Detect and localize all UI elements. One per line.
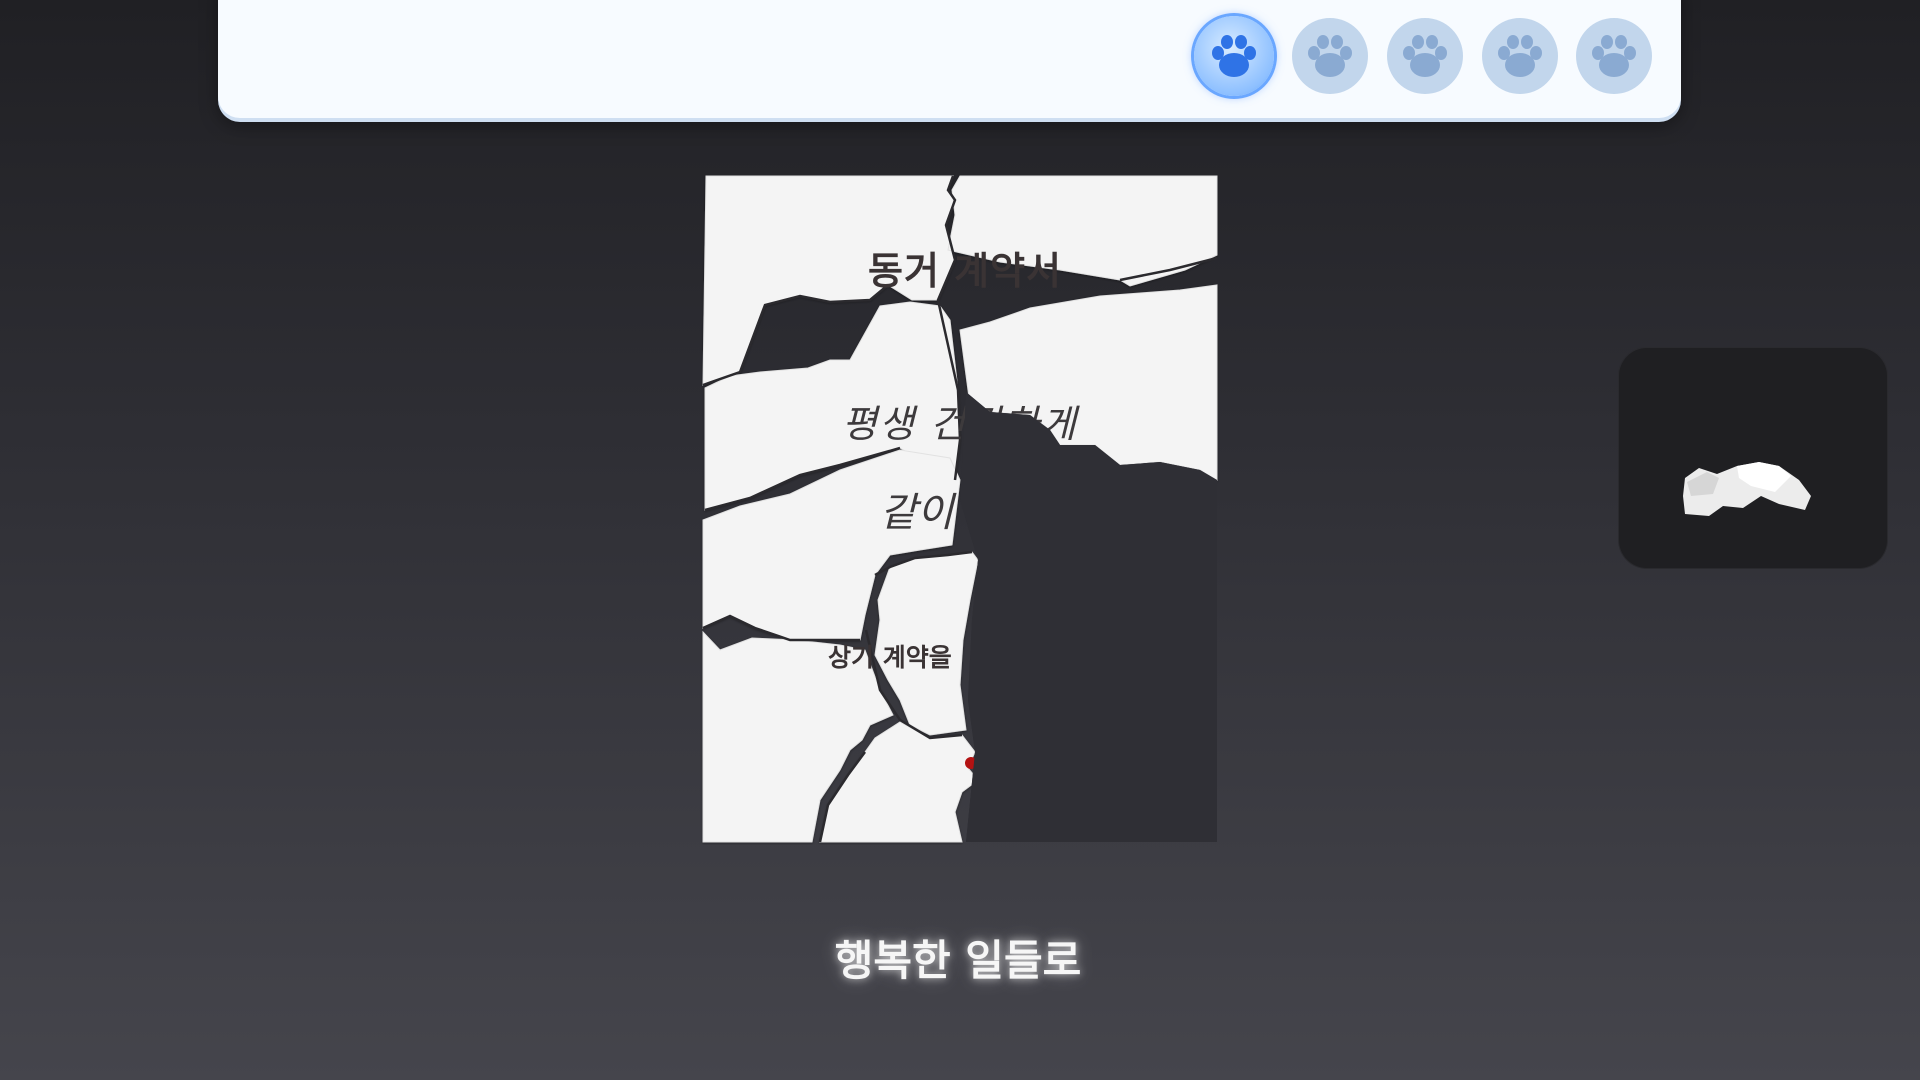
seal-dot bbox=[965, 757, 977, 769]
progress-panel bbox=[218, 0, 1681, 118]
paw-icon bbox=[1308, 35, 1352, 77]
paw-icon bbox=[1498, 35, 1542, 77]
paper-fragment-icon[interactable] bbox=[1679, 458, 1829, 530]
document-line-1: 평생 건강하게 bbox=[842, 402, 1078, 446]
progress-slot-2[interactable] bbox=[1292, 18, 1368, 94]
document-line-2: 같이 bbox=[880, 490, 954, 536]
document-line-3: 상기 계약을 bbox=[828, 643, 952, 672]
progress-slot-4[interactable] bbox=[1482, 18, 1558, 94]
paw-icon bbox=[1212, 35, 1256, 77]
subtitle-text: 행복한 일들로 bbox=[834, 936, 1082, 985]
progress-slot-5[interactable] bbox=[1576, 18, 1652, 94]
document-title: 동거 계약서 bbox=[867, 249, 1063, 293]
piece-tray[interactable] bbox=[1619, 348, 1887, 568]
progress-slot-1[interactable] bbox=[1194, 16, 1274, 96]
paw-icon bbox=[1592, 35, 1636, 77]
paw-icon bbox=[1403, 35, 1447, 77]
progress-slot-3[interactable] bbox=[1387, 18, 1463, 94]
